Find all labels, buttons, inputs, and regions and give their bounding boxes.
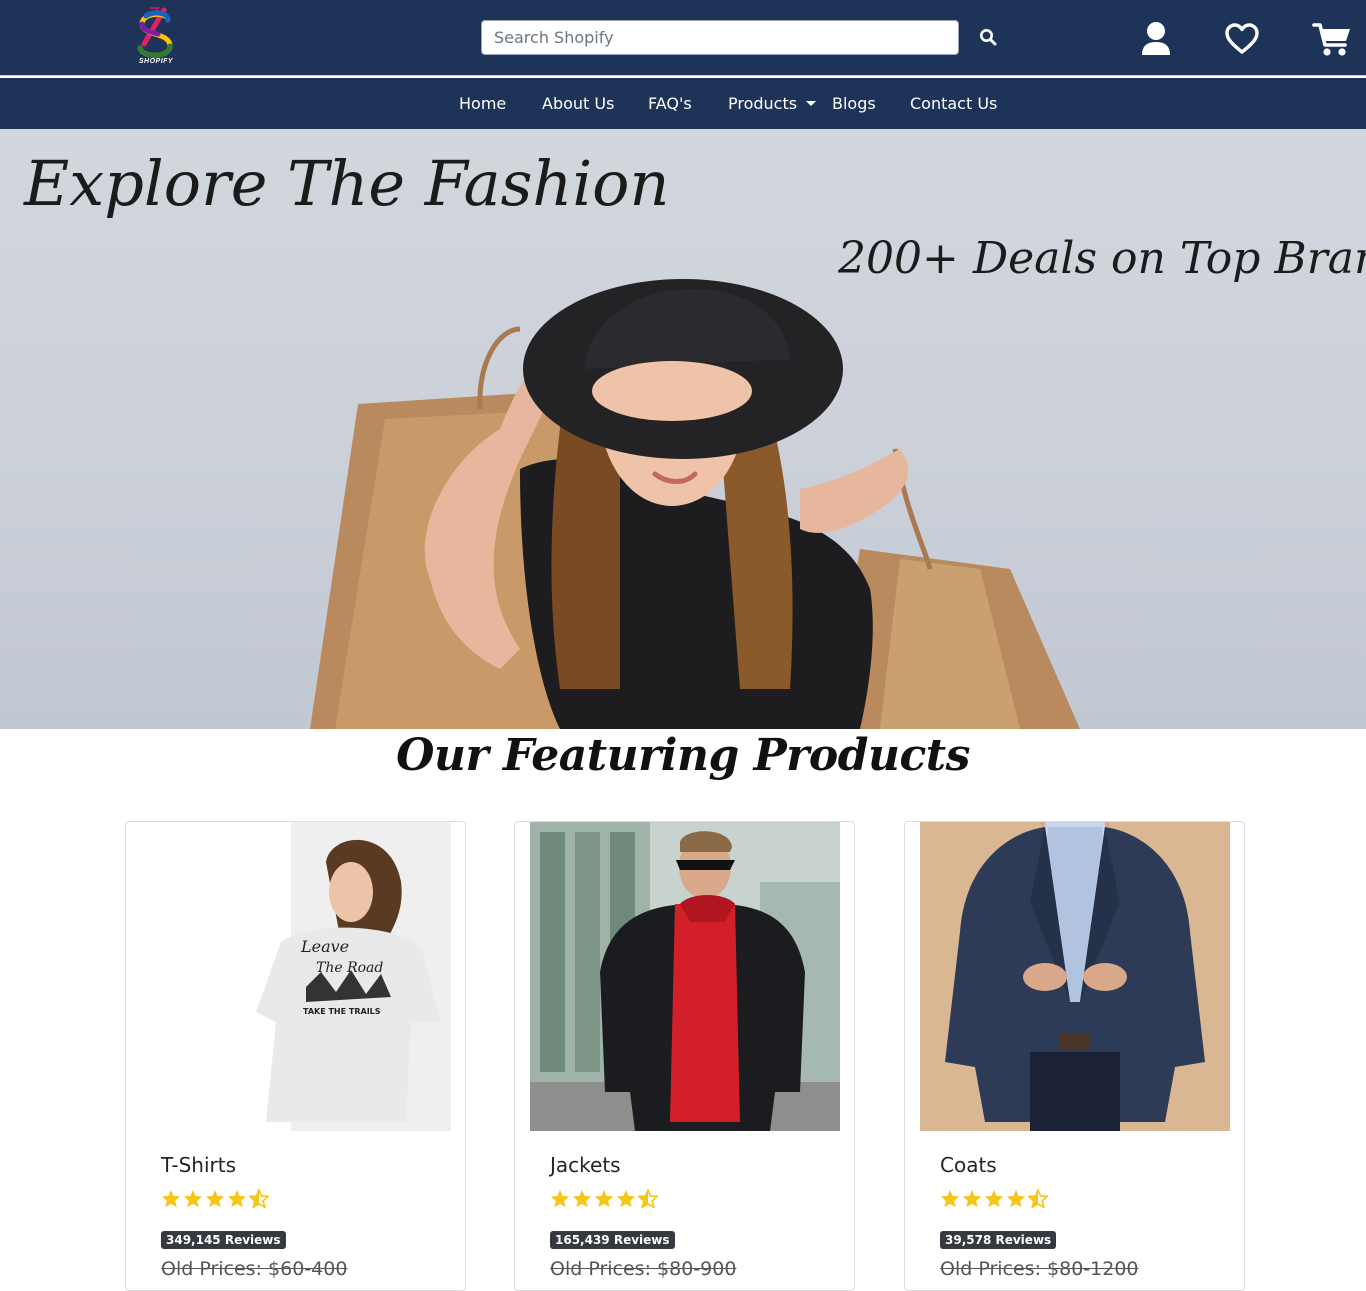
hero-headline: Explore The Fashion	[24, 147, 670, 220]
svg-text:Leave: Leave	[300, 937, 349, 956]
star-full-icon	[205, 1189, 225, 1208]
reviews-badge: 39,578 Reviews	[940, 1231, 1057, 1249]
heart-icon	[1225, 23, 1259, 54]
logo-mark-icon	[137, 7, 173, 58]
hero-subheadline: 200+ Deals on Top Brands	[838, 233, 1366, 284]
coat-photo	[920, 822, 1230, 1131]
star-full-icon	[1006, 1189, 1026, 1208]
star-full-icon	[161, 1189, 181, 1208]
nav-about-us[interactable]: About Us	[542, 78, 614, 129]
nav-products-label: Products	[728, 94, 798, 113]
star-full-icon	[572, 1189, 592, 1208]
reviews-badge: 349,145 Reviews	[161, 1231, 286, 1249]
star-full-icon	[940, 1189, 960, 1208]
star-rating	[550, 1189, 658, 1208]
star-half-icon	[1028, 1189, 1048, 1208]
cart-button[interactable]	[1310, 20, 1354, 58]
star-full-icon	[984, 1189, 1004, 1208]
top-header: SHOPIFY	[0, 0, 1366, 76]
wishlist-button[interactable]	[1222, 20, 1262, 58]
product-card-tshirts[interactable]: Leave The Road TAKE THE TRAILS T-Shirts …	[125, 821, 466, 1291]
product-title: Coats	[940, 1153, 997, 1177]
product-card-coats[interactable]: Coats 39,578 Reviews Old Prices: $80-120…	[904, 821, 1245, 1291]
star-full-icon	[616, 1189, 636, 1208]
product-image-tshirts[interactable]: Leave The Road TAKE THE TRAILS	[141, 822, 451, 1131]
old-price: Old Prices: $80-1200	[940, 1258, 1139, 1280]
star-rating	[161, 1189, 269, 1208]
jacket-photo	[530, 822, 840, 1131]
search-input[interactable]	[481, 20, 959, 55]
cart-icon	[1312, 23, 1350, 56]
hero-banner: Explore The Fashion 200+ Deals on Top Br…	[0, 129, 1366, 729]
star-half-icon	[638, 1189, 658, 1208]
nav-contact-us[interactable]: Contact Us	[910, 78, 997, 129]
star-full-icon	[227, 1189, 247, 1208]
star-half-icon	[249, 1189, 269, 1208]
main-nav: Home About Us FAQ's Products Blogs Conta…	[0, 78, 1366, 129]
old-price: Old Prices: $60-400	[161, 1258, 348, 1280]
star-rating	[940, 1189, 1048, 1208]
svg-text:TAKE THE TRAILS: TAKE THE TRAILS	[303, 1007, 381, 1016]
nav-faqs[interactable]: FAQ's	[648, 78, 692, 129]
nav-products-dropdown[interactable]: Products	[728, 78, 817, 129]
account-button[interactable]	[1139, 20, 1173, 58]
search-button[interactable]	[972, 22, 1004, 52]
old-price: Old Prices: $80-900	[550, 1258, 737, 1280]
product-image-coats[interactable]	[920, 822, 1230, 1131]
star-full-icon	[962, 1189, 982, 1208]
star-full-icon	[550, 1189, 570, 1208]
chevron-down-icon	[806, 101, 817, 106]
nav-blogs[interactable]: Blogs	[832, 78, 876, 129]
star-full-icon	[594, 1189, 614, 1208]
brand-logo[interactable]: SHOPIFY	[128, 4, 188, 68]
reviews-badge: 165,439 Reviews	[550, 1231, 675, 1249]
nav-home[interactable]: Home	[459, 78, 506, 129]
featured-section-title: Our Featuring Products	[396, 730, 970, 781]
tshirt-photo: Leave The Road TAKE THE TRAILS	[141, 822, 451, 1131]
brand-name: SHOPIFY	[138, 58, 174, 65]
product-title: T-Shirts	[161, 1153, 237, 1177]
product-image-jackets[interactable]	[530, 822, 840, 1131]
star-full-icon	[183, 1189, 203, 1208]
search-icon	[980, 29, 997, 46]
product-title: Jackets	[550, 1153, 621, 1177]
product-card-jackets[interactable]: Jackets 165,439 Reviews Old Prices: $80-…	[514, 821, 855, 1291]
user-icon	[1142, 22, 1170, 55]
